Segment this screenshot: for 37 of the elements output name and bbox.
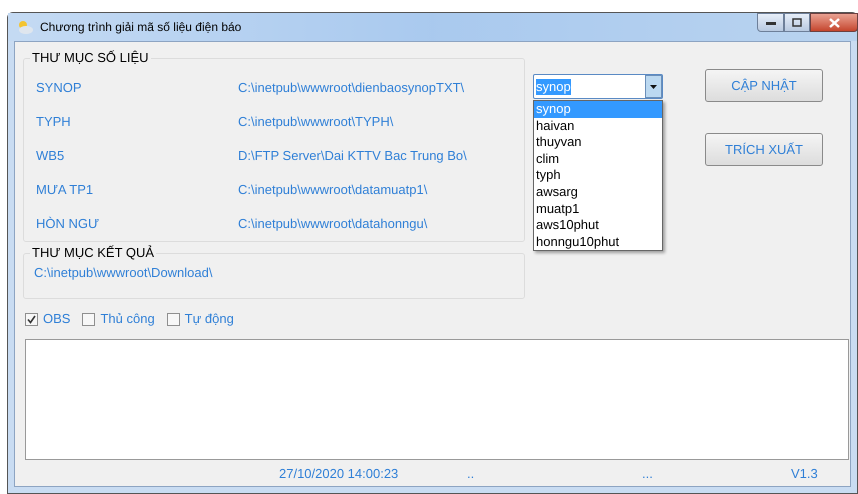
caret-icon xyxy=(645,75,662,98)
close-button[interactable] xyxy=(810,13,858,32)
maximize-icon xyxy=(792,18,802,27)
close-icon xyxy=(828,18,840,28)
minimize-icon xyxy=(766,20,776,24)
status-text: V1.3 xyxy=(791,465,818,483)
folder-path: C:\inetpub\wwwroot\datahonngu\ xyxy=(238,215,428,234)
folder-path: C:\inetpub\wwwroot\datamuatp1\ xyxy=(238,181,428,200)
folder-path: D:\FTP Server\Dai KTTV Bac Trung Bo\ xyxy=(238,147,467,166)
folder-label: MƯA TP1 xyxy=(35,181,94,200)
status-text: ... xyxy=(642,465,653,483)
folder-label: HÒN NGƯ xyxy=(35,215,100,234)
dropdown-option[interactable]: honngu10phut xyxy=(534,234,662,250)
dropdown-option[interactable]: haivan xyxy=(534,118,662,134)
checkbox[interactable]: Tự động xyxy=(166,309,234,329)
status-text: 27/10/2020 14:00:23 xyxy=(279,465,398,483)
weather-icon xyxy=(16,19,34,35)
folder-path: C:\inetpub\wwwroot\TYPH\ xyxy=(238,113,394,132)
dropdown-option[interactable]: muatp1 xyxy=(534,200,662,218)
window-title: Chương trình giải mã số liệu điện báo xyxy=(40,19,242,36)
folder-path: C:\inetpub\wwwroot\dienbaosynopTXT\ xyxy=(238,79,464,98)
folder-label: SYNOP xyxy=(35,79,83,98)
group-title: THƯ MỤC SỐ LIỆU xyxy=(30,50,151,66)
dropdown-option[interactable]: aws10phut xyxy=(534,217,662,234)
dropdown-option[interactable]: thuyvan xyxy=(534,134,662,151)
dropdown-option[interactable]: awsarg xyxy=(534,184,662,201)
dropdown-option[interactable]: clim xyxy=(534,150,662,168)
status-text: .. xyxy=(467,465,474,483)
folder-label: WB5 xyxy=(35,147,66,166)
folder-label: TYPH xyxy=(35,113,72,132)
dropdown-option[interactable]: typh xyxy=(534,167,662,184)
minimize-button[interactable] xyxy=(757,13,784,32)
checkbox[interactable]: Thủ công xyxy=(82,309,155,329)
checkbox[interactable]: OBS xyxy=(25,309,70,329)
result-folder-path: C:\inetpub\wwwroot\Download\ xyxy=(34,265,212,280)
group-title: THƯ MỤC KẾT QUẢ xyxy=(30,245,156,261)
maximize-button[interactable] xyxy=(784,13,810,32)
